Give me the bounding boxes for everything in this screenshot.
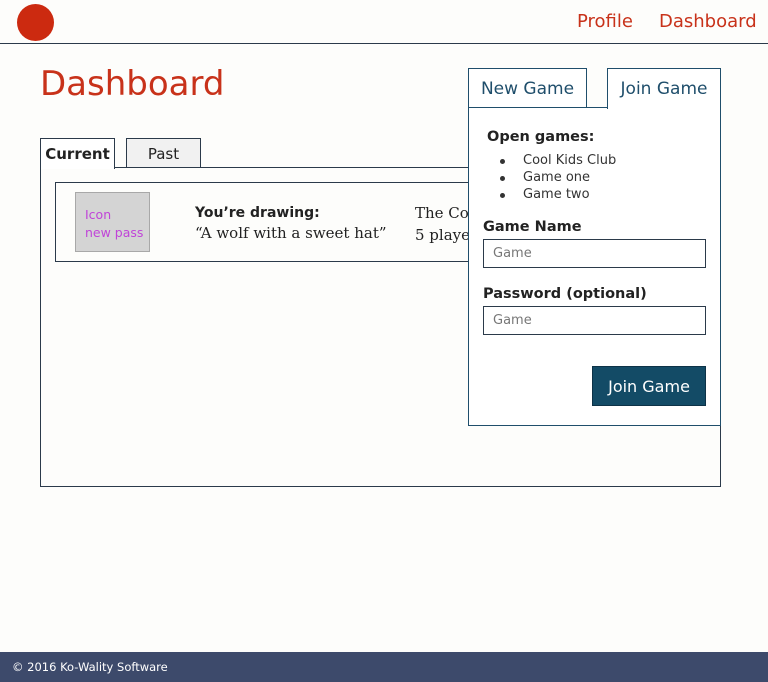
open-game-item[interactable]: Game one — [500, 169, 616, 186]
open-games-list: Cool Kids Club Game one Game two — [500, 152, 616, 203]
password-label: Password (optional) — [483, 286, 647, 302]
join-game-button[interactable]: Join Game — [592, 366, 706, 406]
password-input[interactable] — [483, 306, 706, 335]
tab-current[interactable]: Current — [40, 138, 115, 169]
drawing-label: You’re drawing: — [195, 205, 320, 221]
nav-dashboard-link[interactable]: Dashboard — [659, 11, 757, 32]
tab-new-game[interactable]: New Game — [468, 68, 587, 108]
nav-profile-link[interactable]: Profile — [577, 11, 633, 32]
open-games-title: Open games: — [487, 129, 595, 145]
game-name-input[interactable] — [483, 239, 706, 268]
icon-text: Icon — [85, 207, 112, 222]
header: Profile Dashboard — [0, 0, 768, 44]
tab-join-game[interactable]: Join Game — [607, 68, 721, 109]
icon-text: new pass — [85, 225, 144, 240]
footer: © 2016 Ko-Wality Software — [0, 652, 768, 682]
game-icon-placeholder: Icon new pass — [75, 192, 150, 252]
game-name-label: Game Name — [483, 219, 582, 235]
logo[interactable] — [17, 4, 54, 41]
page-title: Dashboard — [40, 64, 225, 104]
footer-copyright: © 2016 Ko-Wality Software — [12, 660, 168, 674]
open-game-item[interactable]: Game two — [500, 186, 616, 203]
tab-past[interactable]: Past — [126, 138, 201, 168]
drawing-prompt: “A wolf with a sweet hat” — [195, 224, 387, 242]
open-game-item[interactable]: Cool Kids Club — [500, 152, 616, 169]
